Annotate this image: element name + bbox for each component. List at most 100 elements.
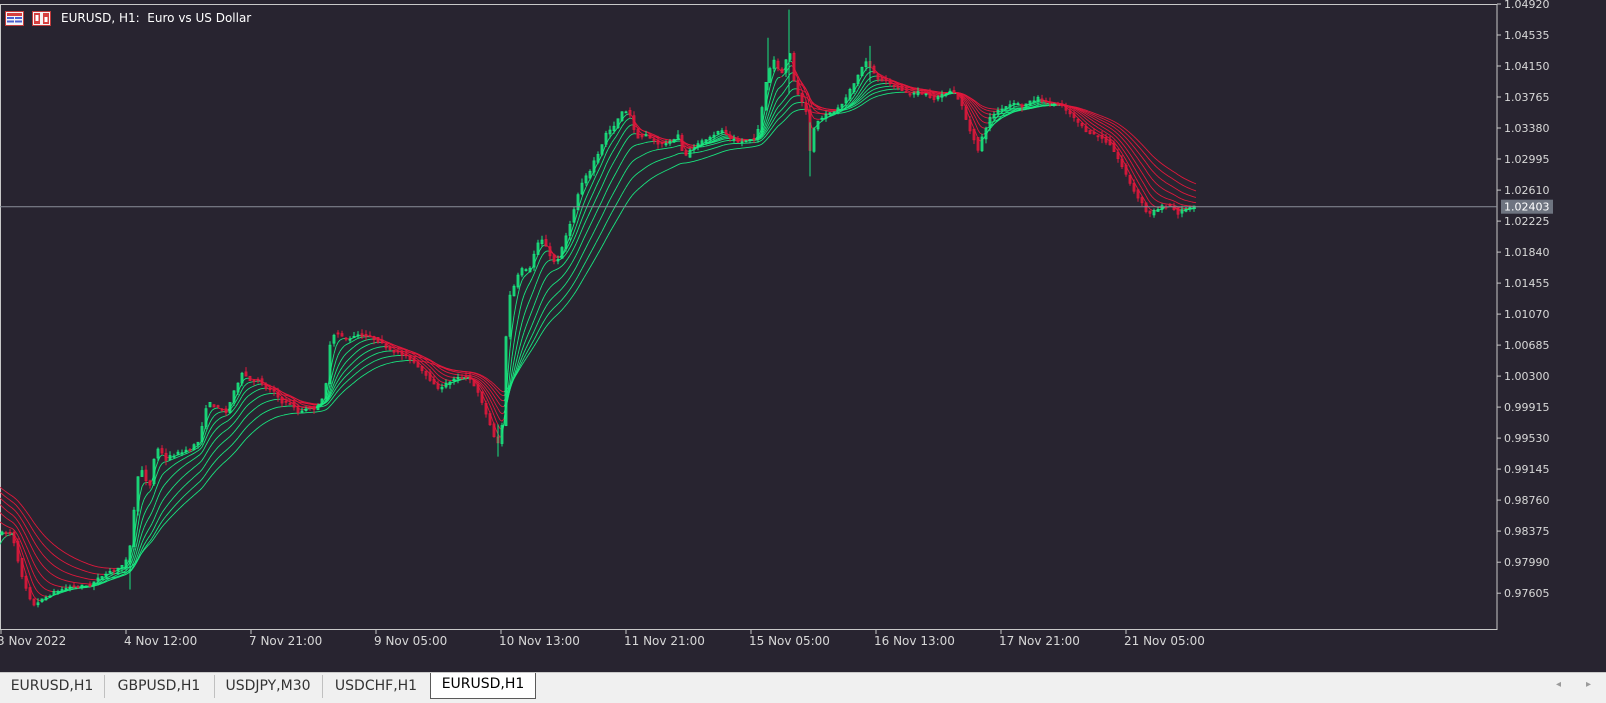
- ma-line-7: [868, 95, 870, 96]
- ma-line-4: [358, 349, 360, 351]
- ma-line-8: [872, 98, 874, 99]
- ma-line-2: [1152, 205, 1154, 206]
- ma-line-2: [1150, 202, 1152, 204]
- ma-line-3: [2, 523, 4, 524]
- ma-line-2: [210, 419, 212, 423]
- ma-line-6: [346, 374, 348, 376]
- ma-line-6: [350, 370, 352, 372]
- ma-line-5: [252, 400, 254, 402]
- ma-line-2: [184, 454, 186, 455]
- ma-line-8: [704, 158, 706, 159]
- ma-line-4: [364, 346, 366, 347]
- ma-line-5: [640, 144, 642, 145]
- ma-line-4: [38, 571, 40, 574]
- ma-line-3: [152, 495, 154, 500]
- ma-line-6: [336, 386, 338, 389]
- ma-line-7: [250, 422, 252, 424]
- ma-line-8: [1102, 116, 1104, 117]
- ma-line-2: [178, 456, 180, 457]
- ma-line-5: [190, 469, 192, 471]
- ma-line-7: [32, 529, 34, 532]
- ma-line-5: [60, 579, 62, 580]
- ma-line-3: [1120, 146, 1122, 149]
- ma-line-4: [548, 273, 550, 275]
- ma-line-5: [552, 284, 554, 286]
- ma-line-6: [206, 461, 208, 464]
- ma-line-4: [388, 344, 390, 345]
- ma-line-8: [72, 557, 74, 558]
- ma-line-8: [556, 314, 558, 316]
- ma-line-3: [642, 130, 644, 131]
- ma-line-5: [1142, 165, 1144, 168]
- ma-line-4: [784, 89, 786, 92]
- price-chart[interactable]: 1.02403 1.049201.045351.041501.037651.03…: [0, 0, 1606, 672]
- ma-line-7: [764, 136, 766, 138]
- ma-line-8: [1190, 181, 1192, 182]
- ma-line-6: [822, 108, 824, 109]
- ma-line-8: [1130, 133, 1132, 135]
- ma-line-1: [140, 487, 142, 495]
- ma-line-2: [142, 499, 144, 505]
- ma-line-6: [532, 331, 534, 335]
- ma-line-8: [64, 552, 66, 553]
- ma-line-1: [338, 340, 340, 342]
- ma-line-2: [484, 393, 486, 397]
- ma-line-4: [518, 346, 520, 354]
- ma-line-3: [440, 377, 442, 378]
- ma-line-6: [1144, 160, 1146, 163]
- ma-line-3: [1092, 124, 1094, 125]
- ma-line-5: [290, 397, 292, 398]
- ma-line-6: [1150, 168, 1152, 170]
- ma-line-2: [20, 546, 22, 552]
- ma-line-6: [1010, 112, 1012, 113]
- ma-line-7: [572, 283, 574, 286]
- ma-line-2: [588, 189, 590, 193]
- ma-line-4: [1090, 119, 1092, 120]
- ma-line-3: [1076, 111, 1078, 113]
- ma-line-4: [552, 271, 554, 272]
- ma-line-8: [570, 297, 572, 300]
- ma-line-6: [184, 484, 186, 486]
- ma-line-6: [1162, 180, 1164, 181]
- ma-line-8: [266, 421, 268, 422]
- ma-line-4: [562, 264, 564, 266]
- ma-line-5: [68, 581, 70, 582]
- ma-line-2: [582, 203, 584, 208]
- ma-line-8: [1108, 119, 1110, 120]
- ma-line-8: [342, 391, 344, 393]
- ma-line-1: [524, 275, 526, 277]
- ma-line-6: [14, 510, 16, 512]
- ma-line-7: [714, 148, 716, 149]
- ma-line-2: [596, 172, 598, 176]
- ma-line-8: [24, 508, 26, 511]
- ma-line-8: [96, 566, 98, 567]
- ma-line-3: [718, 138, 720, 139]
- ma-line-2: [422, 363, 424, 365]
- ma-line-8: [246, 437, 248, 439]
- ma-line-8: [1114, 122, 1116, 123]
- ma-line-4: [1176, 202, 1178, 203]
- ma-line-4: [1126, 148, 1128, 151]
- ma-line-8: [1158, 161, 1160, 163]
- ma-line-3: [186, 456, 188, 457]
- ma-line-5: [980, 114, 982, 116]
- ma-line-6: [216, 447, 218, 449]
- ma-line-7: [590, 250, 592, 254]
- ma-line-4: [1110, 132, 1112, 133]
- ma-line-3: [538, 274, 540, 279]
- ma-line-4: [334, 379, 336, 384]
- ma-line-8: [48, 539, 50, 541]
- ma-line-2: [1016, 106, 1018, 107]
- ma-line-4: [366, 345, 368, 346]
- chart-window[interactable]: 1.02403 1.049201.045351.041501.037651.03…: [0, 0, 1606, 672]
- ma-line-8: [204, 483, 206, 486]
- ma-line-5: [104, 581, 106, 582]
- ma-line-7: [586, 258, 588, 262]
- ma-line-7: [1142, 151, 1144, 153]
- ma-line-4: [866, 85, 868, 87]
- ma-line-8: [1184, 178, 1186, 179]
- ma-line-8: [1104, 117, 1106, 118]
- ma-line-2: [848, 102, 850, 105]
- ma-line-7: [362, 367, 364, 368]
- ma-line-5: [858, 98, 860, 100]
